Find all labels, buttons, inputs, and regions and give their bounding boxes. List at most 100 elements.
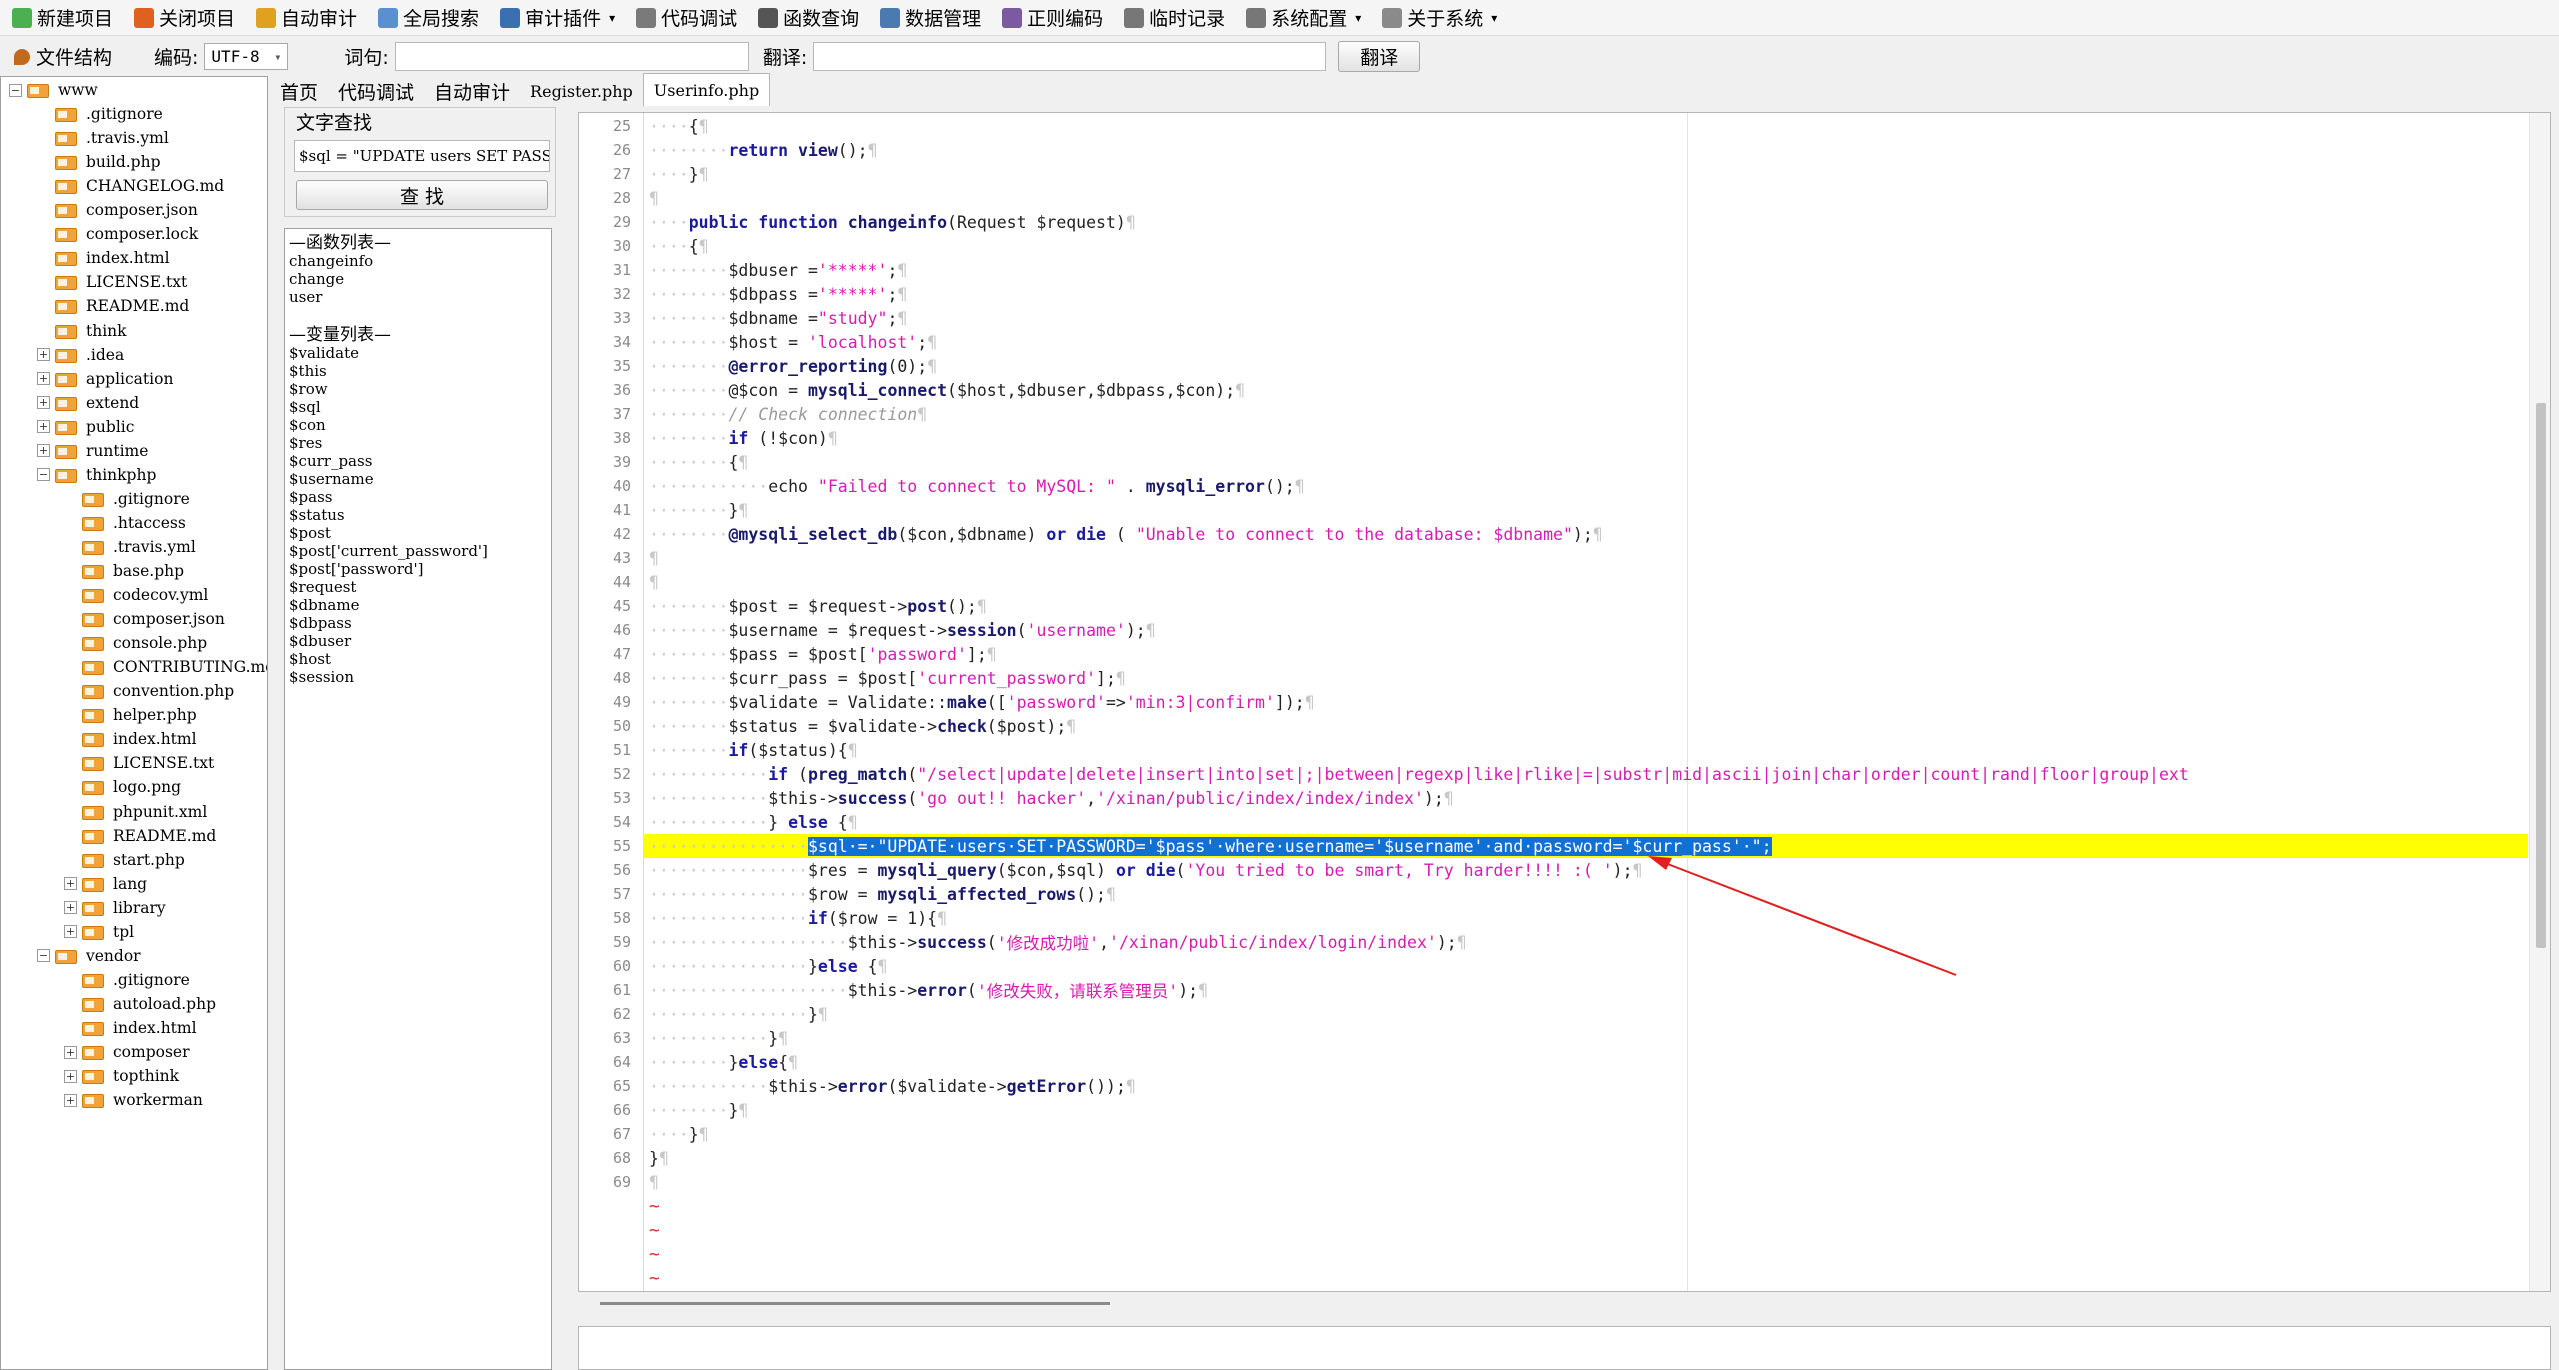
- tree-node[interactable]: autoload.php: [82, 992, 216, 1016]
- tree-node[interactable]: README.md: [82, 824, 216, 848]
- encoding-select[interactable]: UTF-8 ▾: [204, 43, 289, 70]
- toolbar-item-0[interactable]: 新建项目: [0, 2, 122, 34]
- tree-node[interactable]: start.php: [82, 848, 185, 872]
- vertical-scrollbar[interactable]: [2529, 113, 2550, 1291]
- tree-node[interactable]: + tpl: [64, 920, 134, 944]
- tree-node[interactable]: + lang: [64, 872, 147, 896]
- code-line[interactable]: ¶: [643, 1170, 2528, 1194]
- tree-node[interactable]: .travis.yml: [55, 126, 169, 150]
- tree-node[interactable]: + workerman: [64, 1088, 203, 1112]
- highlighted-code-line[interactable]: ················ $sql·=·"UPDATE·users·SET…: [643, 834, 2528, 858]
- code-area[interactable]: ····{¶ ········ return view (); ¶ ····} ¶ ¶ ····…: [643, 113, 2528, 1291]
- tree-node[interactable]: .gitignore: [82, 968, 190, 992]
- toolbar-item-3[interactable]: 全局搜索: [366, 2, 488, 34]
- code-line[interactable]: ········ $status = $validate-> check ($post…: [643, 714, 2528, 738]
- variable-list-item[interactable]: $validate: [289, 344, 547, 362]
- tree-node[interactable]: think: [55, 319, 127, 343]
- toolbar-item-8[interactable]: 正则编码: [990, 2, 1112, 34]
- editor-tab[interactable]: 代码调试: [328, 76, 424, 106]
- tree-node[interactable]: LICENSE.txt: [55, 270, 187, 294]
- keyword-input[interactable]: [394, 42, 749, 71]
- collapse-icon[interactable]: −: [37, 468, 50, 482]
- variable-list-item[interactable]: $post['password']: [289, 560, 547, 578]
- code-line[interactable]: ········ $host = 'localhost'; ¶: [643, 330, 2528, 354]
- tree-node[interactable]: LICENSE.txt: [82, 751, 214, 775]
- expand-icon[interactable]: +: [64, 1093, 77, 1107]
- variable-list-item[interactable]: $pass: [289, 488, 547, 506]
- tree-node[interactable]: index.html: [82, 1016, 197, 1040]
- code-line[interactable]: ············ echo "Failed to connect to M…: [643, 474, 2528, 498]
- variable-list-item[interactable]: $username: [289, 470, 547, 488]
- tree-node[interactable]: − thinkphp: [37, 463, 156, 487]
- find-button[interactable]: 查 找: [296, 180, 548, 210]
- code-line[interactable]: ¶: [643, 570, 2528, 594]
- tree-node[interactable]: + extend: [37, 391, 139, 415]
- tree-node[interactable]: composer.json: [82, 607, 225, 631]
- tree-node[interactable]: composer.json: [55, 198, 198, 222]
- code-line[interactable]: ········ @error_reporting (0); ¶: [643, 354, 2528, 378]
- function-list-item[interactable]: user: [289, 288, 547, 306]
- code-line[interactable]: ····} ¶: [643, 1122, 2528, 1146]
- variable-list-item[interactable]: $row: [289, 380, 547, 398]
- code-line[interactable]: ········ $username = $request-> session('u…: [643, 618, 2528, 642]
- variable-list-item[interactable]: $post['current_password']: [289, 542, 547, 560]
- tree-node[interactable]: helper.php: [82, 703, 197, 727]
- expand-icon[interactable]: +: [64, 925, 77, 939]
- code-line[interactable]: ········} ¶: [643, 498, 2528, 522]
- tree-node[interactable]: composer.lock: [55, 222, 198, 246]
- tree-node[interactable]: + composer: [64, 1040, 190, 1064]
- toolbar-item-10[interactable]: 系统配置 ▾: [1234, 2, 1370, 34]
- code-line[interactable]: ············ $this-> error ($validate-> getE…: [643, 1074, 2528, 1098]
- code-line[interactable]: ····{¶: [643, 114, 2528, 138]
- variable-list-item[interactable]: $res: [289, 434, 547, 452]
- code-line[interactable]: ········ if ($status){¶: [643, 738, 2528, 762]
- expand-icon[interactable]: +: [37, 348, 50, 362]
- variable-list-item[interactable]: $post: [289, 524, 547, 542]
- variable-list-item[interactable]: $dbname: [289, 596, 547, 614]
- expand-icon[interactable]: +: [64, 901, 77, 915]
- code-line[interactable]: ········ $curr_pass = $post['current_pass…: [643, 666, 2528, 690]
- editor-tab[interactable]: Userinfo.php: [642, 73, 771, 106]
- code-line[interactable]: ········ $pass = $post['password']; ¶: [643, 642, 2528, 666]
- tree-node[interactable]: + .idea: [37, 343, 124, 367]
- tree-node[interactable]: .travis.yml: [82, 535, 196, 559]
- expand-icon[interactable]: +: [37, 372, 50, 386]
- tree-node[interactable]: CONTRIBUTING.md: [82, 655, 267, 679]
- expand-icon[interactable]: +: [37, 396, 50, 410]
- tree-node[interactable]: + library: [64, 896, 166, 920]
- code-line[interactable]: } ¶: [643, 1146, 2528, 1170]
- tree-node[interactable]: .gitignore: [55, 102, 163, 126]
- tree-node[interactable]: console.php: [82, 631, 207, 655]
- code-line[interactable]: ········ @mysqli_select_db ($con,$dbname) …: [643, 522, 2528, 546]
- tree-node[interactable]: − vendor: [37, 944, 141, 968]
- find-input[interactable]: $sql = "UPDATE users SET PASSWORD: [294, 140, 550, 172]
- variable-list-item[interactable]: $host: [289, 650, 547, 668]
- code-line[interactable]: ········ return view (); ¶: [643, 138, 2528, 162]
- tree-node[interactable]: − www: [9, 78, 98, 102]
- tree-node[interactable]: index.html: [55, 246, 170, 270]
- variable-list-item[interactable]: $status: [289, 506, 547, 524]
- variable-list-item[interactable]: $this: [289, 362, 547, 380]
- tree-node[interactable]: + topthink: [64, 1064, 179, 1088]
- file-structure-label[interactable]: 文件结构: [36, 43, 112, 70]
- code-line[interactable]: ····{¶: [643, 234, 2528, 258]
- tree-node[interactable]: phpunit.xml: [82, 800, 207, 824]
- code-line[interactable]: ········{¶: [643, 450, 2528, 474]
- expand-icon[interactable]: +: [64, 1045, 77, 1059]
- code-line[interactable]: ········ if (!$con) ¶: [643, 426, 2528, 450]
- toolbar-item-6[interactable]: 函数查询: [746, 2, 868, 34]
- code-line[interactable]: ················ $res = mysqli_query ($con…: [643, 858, 2528, 882]
- variable-list-item[interactable]: $dbuser: [289, 632, 547, 650]
- code-line[interactable]: ····} ¶: [643, 162, 2528, 186]
- tree-node[interactable]: + public: [37, 415, 134, 439]
- editor-tab[interactable]: 首页: [270, 76, 328, 106]
- translate-input[interactable]: [813, 42, 1327, 71]
- tree-node[interactable]: .gitignore: [82, 487, 190, 511]
- variable-list-item[interactable]: $sql: [289, 398, 547, 416]
- expand-icon[interactable]: +: [37, 444, 50, 458]
- tree-node[interactable]: build.php: [55, 150, 161, 174]
- code-line[interactable]: ········// Check connection ¶: [643, 402, 2528, 426]
- code-line[interactable]: ········ $post = $request-> post (); ¶: [643, 594, 2528, 618]
- tree-node[interactable]: logo.png: [82, 775, 181, 799]
- toolbar-item-5[interactable]: 代码调试: [624, 2, 746, 34]
